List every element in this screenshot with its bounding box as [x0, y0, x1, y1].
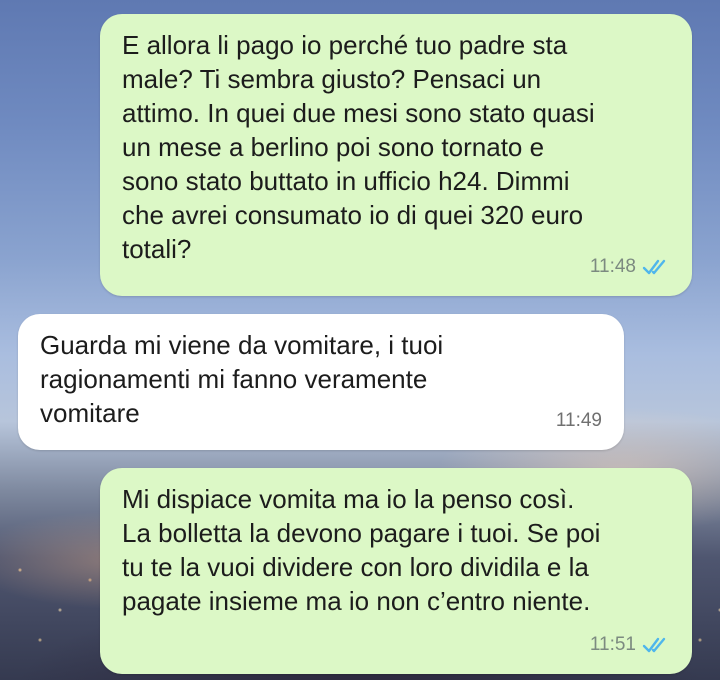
message-time: 11:51	[589, 634, 636, 655]
double-check-read-icon	[642, 259, 666, 275]
message-meta: 11:49	[556, 404, 602, 438]
message-text: Mi dispiace vomita ma io la penso così. …	[122, 484, 601, 616]
message-meta: 11:51	[590, 628, 670, 662]
message-text: Guarda mi viene da vomitare, i tuoi ragi…	[40, 330, 444, 428]
message-time: 11:49	[555, 410, 602, 431]
message-meta: 11:48	[590, 250, 670, 284]
message-bubble-outgoing[interactable]: Mi dispiace vomita ma io la penso così. …	[100, 468, 692, 674]
message-time: 11:48	[589, 256, 636, 277]
message-bubble-incoming[interactable]: Guarda mi viene da vomitare, i tuoi ragi…	[18, 314, 624, 450]
message-bubble-outgoing[interactable]: E allora li pago io perché tuo padre sta…	[100, 14, 692, 296]
double-check-read-icon	[642, 637, 666, 653]
message-text: E allora li pago io perché tuo padre sta…	[122, 30, 595, 264]
